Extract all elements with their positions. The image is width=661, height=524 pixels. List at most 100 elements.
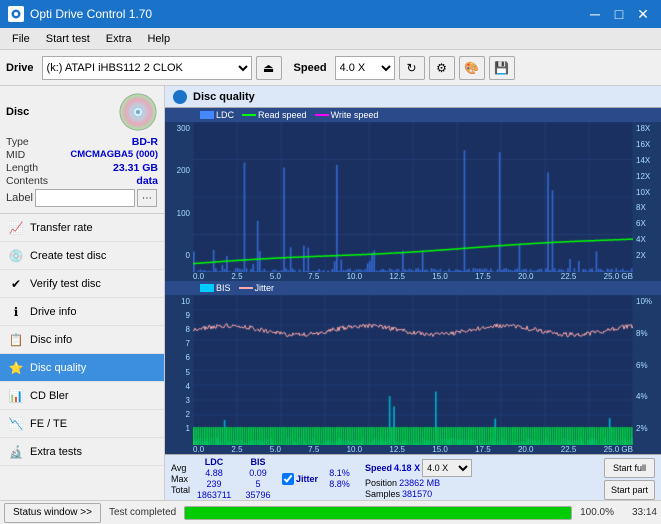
disc-panel: Disc Type BD-R	[0, 86, 164, 214]
disc-length-row: Length 23.31 GB	[6, 162, 158, 174]
disc-mid-value: CMCMAGBA5 (000)	[70, 149, 158, 161]
ldc-color	[200, 111, 214, 119]
disc-header: Disc	[6, 92, 158, 132]
disc-type-value: BD-R	[132, 136, 158, 148]
legend-read-speed: Read speed	[242, 110, 307, 120]
speed-select[interactable]: 1.0 X 2.0 X 4.0 X 6.0 X 8.0 X	[335, 56, 395, 80]
transfer-rate-icon: 📈	[8, 220, 24, 236]
sidebar-item-verify-test-disc[interactable]: ✔ Verify test disc	[0, 270, 164, 298]
speed-stat-select[interactable]: 4.0 X	[422, 459, 472, 477]
minimize-button[interactable]: ─	[585, 4, 605, 24]
refresh-button[interactable]: ↻	[399, 56, 425, 80]
jitter-col: 8.1% 8.8%	[322, 468, 357, 489]
action-buttons-col: Start full Start part	[604, 458, 655, 500]
samples-row: Samples 381570	[365, 489, 472, 499]
statusbar: Status window >> Test completed 100.0% 3…	[0, 500, 661, 524]
jitter-checkbox[interactable]	[282, 473, 294, 485]
disc-quality-header-title: Disc quality	[193, 91, 255, 103]
sidebar-item-fe-te[interactable]: 📉 FE / TE	[0, 410, 164, 438]
disc-label-row: Label ⋯	[6, 189, 158, 207]
avg-label: Avg	[171, 463, 190, 473]
legend-write-speed-label: Write speed	[331, 110, 379, 120]
sidebar-item-transfer-rate[interactable]: 📈 Transfer rate	[0, 214, 164, 242]
top-y-axis-right: 18X 16X 14X 12X 10X 8X 6X 4X 2X	[633, 122, 661, 272]
speed-position-col: Speed 4.18 X 4.0 X Position 23862 MB Sam…	[365, 459, 472, 499]
start-part-button[interactable]: Start part	[604, 480, 655, 500]
bis-col-header: BIS	[251, 457, 266, 467]
disc-info-icon: 📋	[8, 332, 24, 348]
menu-help[interactable]: Help	[139, 31, 178, 47]
start-full-button[interactable]: Start full	[604, 458, 655, 478]
disc-mid-row: MID CMCMAGBA5 (000)	[6, 149, 158, 161]
disc-label-input[interactable]	[35, 189, 135, 207]
bis-color	[200, 284, 214, 292]
save-button[interactable]: 💾	[489, 56, 515, 80]
disc-quality-header-icon	[173, 90, 187, 104]
cd-bler-label: CD Bler	[30, 390, 69, 402]
disc-info-label: Disc info	[30, 334, 72, 346]
speed-stat-label: Speed	[365, 463, 392, 473]
sidebar: Disc Type BD-R	[0, 86, 165, 500]
max-ldc: 239	[207, 479, 222, 489]
bottom-chart-canvas	[193, 295, 633, 445]
bottom-x-axis: 0.0 2.5 5.0 7.5 10.0 12.5 15.0 17.5 20.0…	[165, 445, 661, 454]
bottom-chart-plot	[193, 295, 633, 445]
disc-contents-label: Contents	[6, 175, 48, 187]
progress-bar-container	[184, 506, 572, 520]
legend-read-speed-label: Read speed	[258, 110, 307, 120]
menu-file[interactable]: File	[4, 31, 38, 47]
app-icon	[8, 6, 24, 22]
avg-bis: 0.09	[249, 468, 267, 478]
window-controls: ─ □ ✕	[585, 4, 653, 24]
bottom-y-axis-right: 10% 8% 6% 4% 2%	[633, 295, 661, 445]
write-speed-color	[315, 114, 329, 116]
status-window-button[interactable]: Status window >>	[4, 503, 101, 523]
sidebar-item-drive-info[interactable]: ℹ Drive info	[0, 298, 164, 326]
ldc-col-header: LDC	[205, 457, 224, 467]
app-title: Opti Drive Control 1.70	[30, 7, 585, 21]
toolbar: Drive (k:) ATAPI iHBS112 2 CLOK ⏏ Speed …	[0, 50, 661, 86]
sidebar-item-disc-info[interactable]: 📋 Disc info	[0, 326, 164, 354]
main-layout: Disc Type BD-R	[0, 86, 661, 500]
samples-label: Samples	[365, 489, 400, 499]
total-bis: 35796	[246, 490, 271, 500]
top-y-axis-left: 300 200 100 0	[165, 122, 193, 272]
drive-select[interactable]: (k:) ATAPI iHBS112 2 CLOK	[42, 56, 252, 80]
avg-ldc: 4.88	[205, 468, 223, 478]
menu-extra[interactable]: Extra	[98, 31, 140, 47]
max-label: Max	[171, 474, 190, 484]
speed-stat-value: 4.18 X	[394, 463, 420, 473]
legend-ldc: LDC	[200, 110, 234, 120]
status-text: Test completed	[109, 507, 176, 518]
disc-type-label: Type	[6, 136, 29, 148]
settings-button[interactable]: ⚙	[429, 56, 455, 80]
disc-type-row: Type BD-R	[6, 136, 158, 148]
create-test-disc-icon: 💿	[8, 248, 24, 264]
sidebar-item-create-test-disc[interactable]: 💿 Create test disc	[0, 242, 164, 270]
legend-jitter: Jitter	[239, 283, 275, 293]
content-area: Disc quality LDC Read speed Write speed	[165, 86, 661, 500]
disc-quality-icon: ⭐	[8, 360, 24, 376]
total-ldc: 1863711	[197, 490, 231, 500]
verify-test-disc-label: Verify test disc	[30, 278, 101, 290]
sidebar-item-disc-quality[interactable]: ⭐ Disc quality	[0, 354, 164, 382]
sidebar-item-cd-bler[interactable]: 📊 CD Bler	[0, 382, 164, 410]
progress-percent: 100.0%	[580, 507, 614, 518]
top-chart-legend: LDC Read speed Write speed	[165, 108, 661, 122]
position-row: Position 23862 MB	[365, 478, 472, 488]
close-button[interactable]: ✕	[633, 4, 653, 24]
menu-start-test[interactable]: Start test	[38, 31, 98, 47]
color-button[interactable]: 🎨	[459, 56, 485, 80]
eject-button[interactable]: ⏏	[256, 56, 282, 80]
disc-mid-label: MID	[6, 149, 25, 161]
disc-label-button[interactable]: ⋯	[137, 189, 157, 207]
legend-bis-label: BIS	[216, 283, 231, 293]
maximize-button[interactable]: □	[609, 4, 629, 24]
drive-info-icon: ℹ	[8, 304, 24, 320]
disc-label-label: Label	[6, 192, 33, 204]
verify-test-disc-icon: ✔	[8, 276, 24, 292]
sidebar-item-extra-tests[interactable]: 🔬 Extra tests	[0, 438, 164, 466]
legend-jitter-label: Jitter	[255, 283, 275, 293]
fe-te-icon: 📉	[8, 416, 24, 432]
time-display: 33:14	[622, 507, 657, 518]
